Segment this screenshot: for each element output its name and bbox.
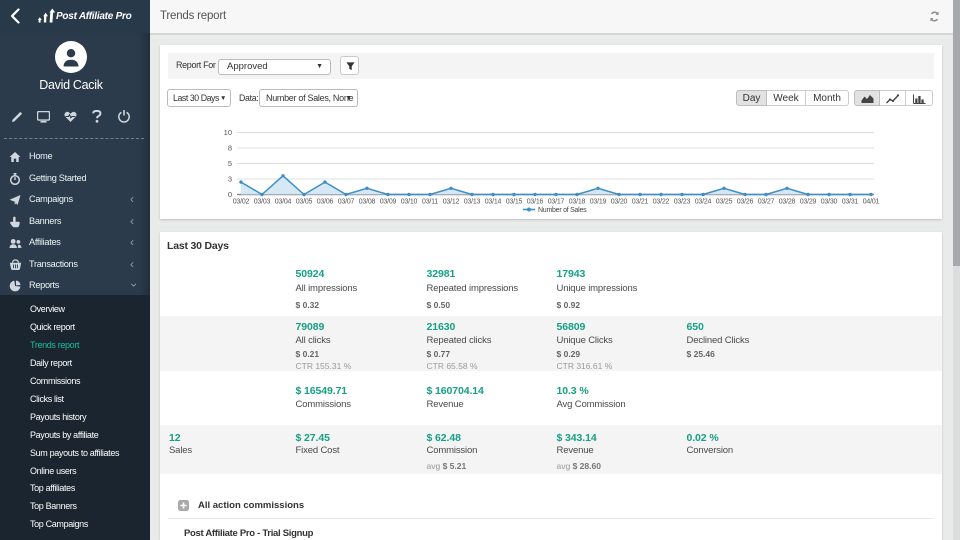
svg-text:03/27: 03/27 [758, 199, 775, 206]
svg-text:03/21: 03/21 [632, 199, 649, 206]
svg-text:03/29: 03/29 [800, 199, 817, 206]
svg-text:03/24: 03/24 [695, 199, 712, 206]
svg-text:03/20: 03/20 [611, 199, 628, 206]
svg-text:03/12: 03/12 [443, 199, 460, 206]
svg-text:03/14: 03/14 [485, 199, 502, 206]
svg-text:03/08: 03/08 [359, 199, 376, 206]
svg-text:03/31: 03/31 [842, 199, 859, 206]
svg-text:03/03: 03/03 [254, 199, 271, 206]
svg-text:03/18: 03/18 [569, 199, 586, 206]
svg-text:04/01: 04/01 [863, 199, 880, 206]
svg-text:03/07: 03/07 [338, 199, 355, 206]
svg-text:Number of Sales: Number of Sales [538, 207, 587, 214]
svg-text:03/02: 03/02 [233, 199, 250, 206]
svg-text:03/30: 03/30 [821, 199, 838, 206]
svg-text:03/04: 03/04 [275, 199, 292, 206]
svg-text:03/13: 03/13 [464, 199, 481, 206]
svg-text:03/23: 03/23 [674, 199, 691, 206]
svg-text:03/06: 03/06 [317, 199, 334, 206]
svg-text:03/26: 03/26 [737, 199, 754, 206]
svg-text:03/16: 03/16 [527, 199, 544, 206]
svg-text:3: 3 [228, 175, 232, 184]
svg-text:03/17: 03/17 [548, 199, 565, 206]
svg-text:03/22: 03/22 [653, 199, 670, 206]
svg-text:03/15: 03/15 [506, 199, 523, 206]
svg-text:0: 0 [228, 190, 232, 199]
svg-text:10: 10 [224, 128, 232, 137]
svg-text:03/25: 03/25 [716, 199, 733, 206]
svg-text:03/09: 03/09 [380, 199, 397, 206]
svg-text:03/05: 03/05 [296, 199, 313, 206]
svg-text:03/19: 03/19 [590, 199, 607, 206]
svg-text:03/11: 03/11 [422, 199, 438, 206]
svg-text:03/10: 03/10 [401, 199, 418, 206]
svg-text:8: 8 [228, 144, 232, 153]
svg-text:03/28: 03/28 [779, 199, 796, 206]
svg-text:5: 5 [228, 159, 232, 168]
